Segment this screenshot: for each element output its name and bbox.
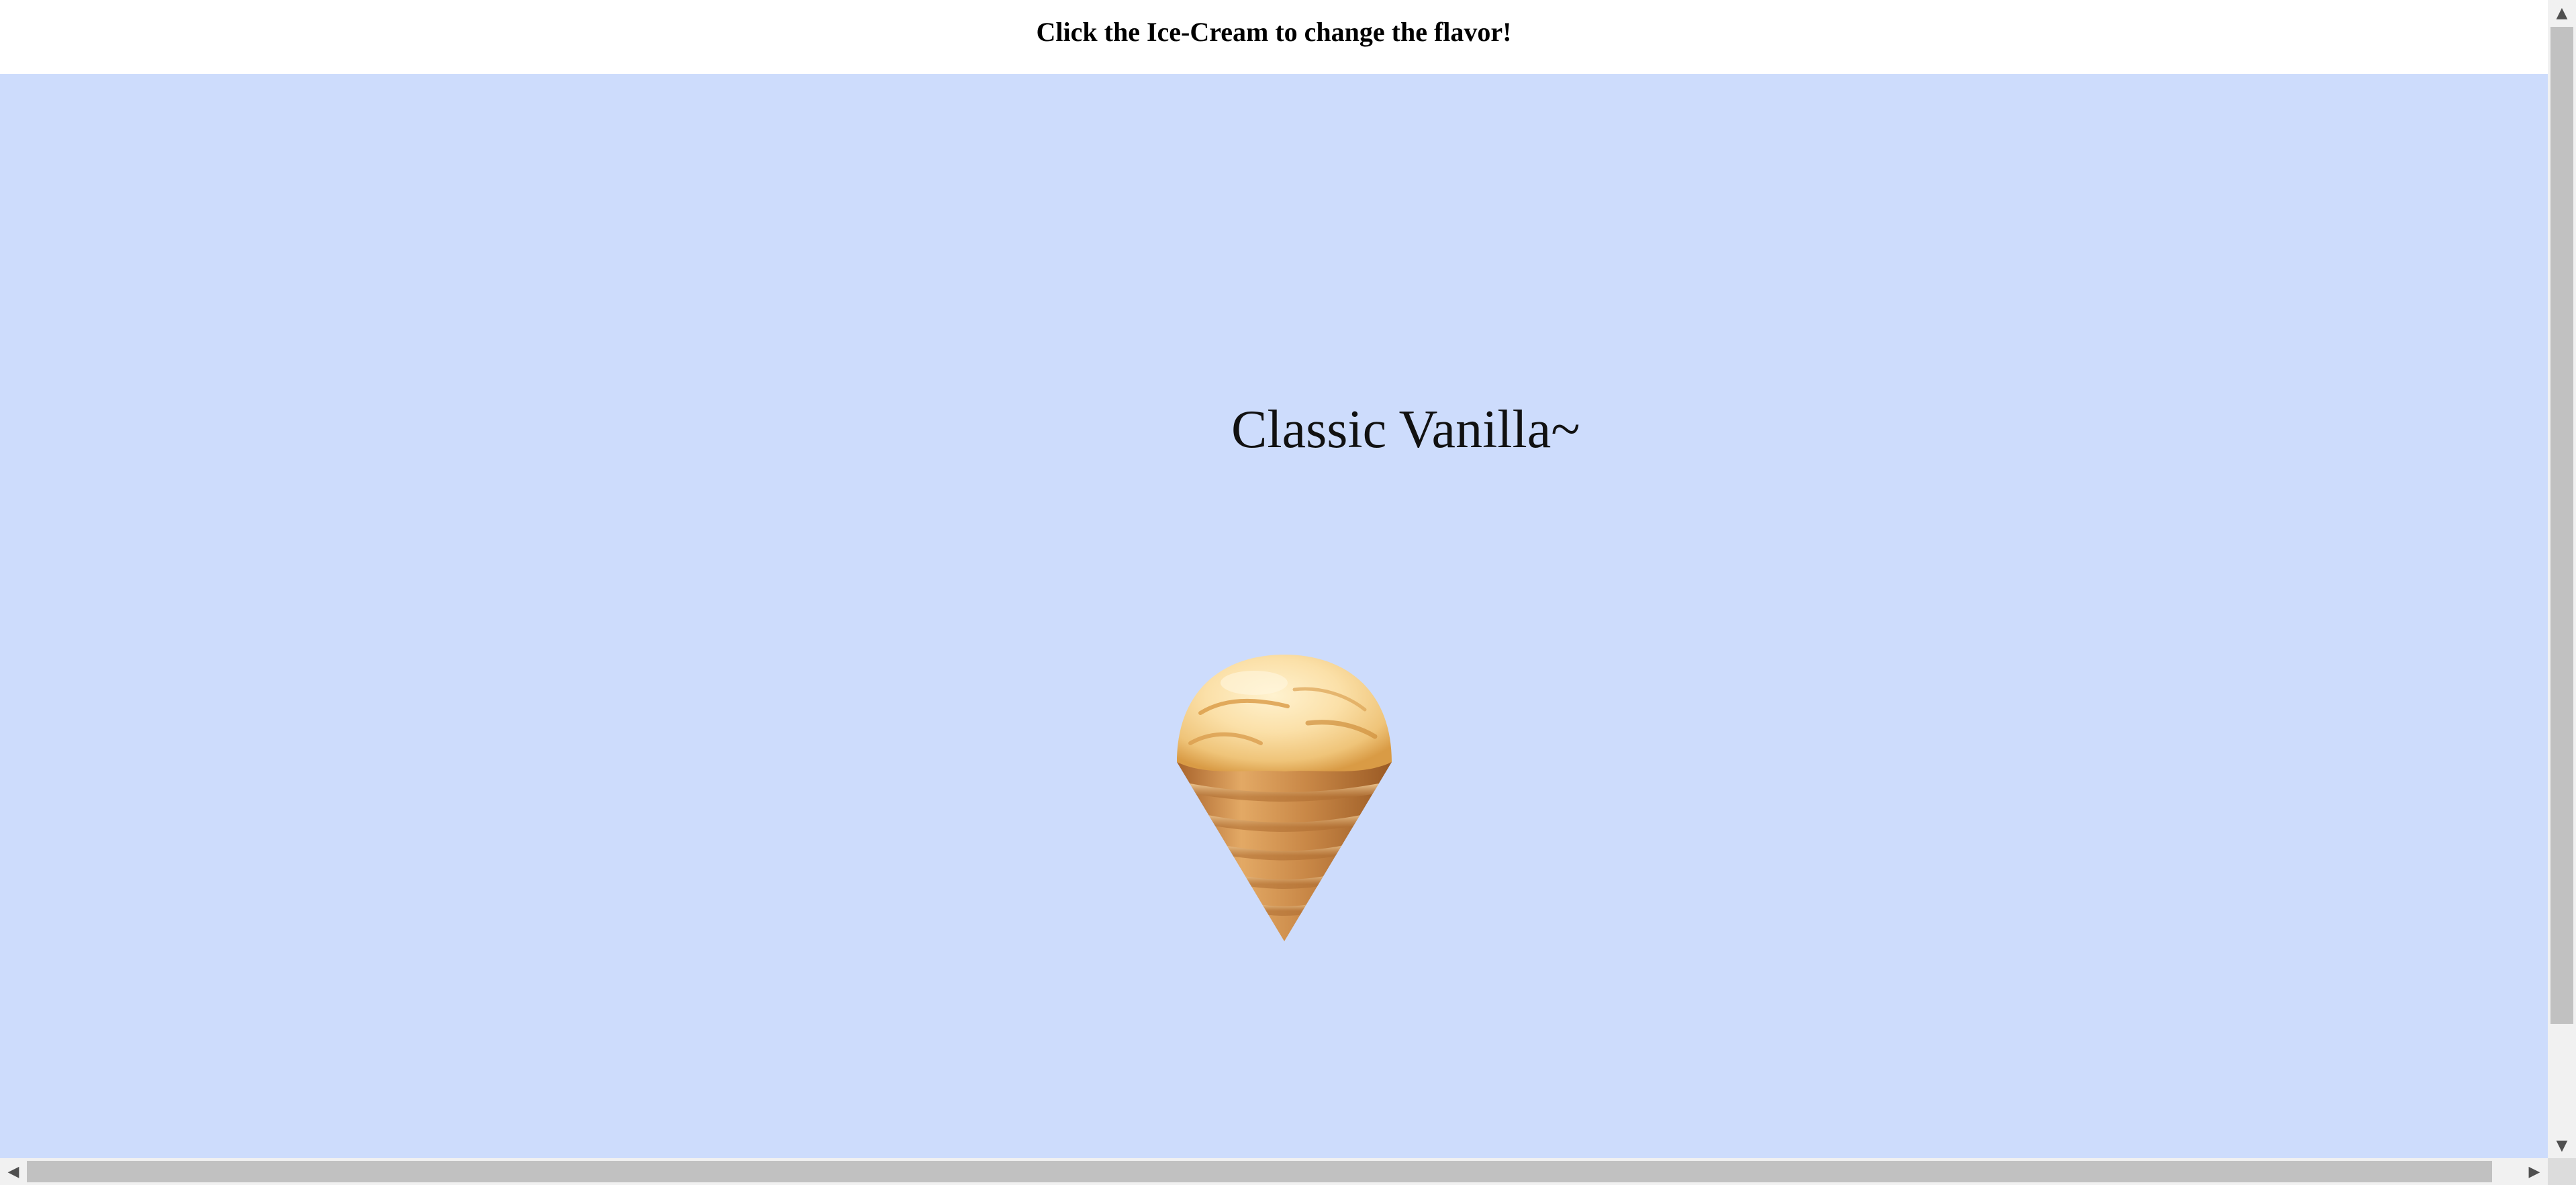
page-header: Click the Ice-Cream to change the flavor… (0, 0, 2548, 74)
flavor-name: Classic Vanilla~ (1231, 400, 1580, 459)
vertical-scrollbar[interactable]: ▲ ▼ (2548, 0, 2576, 1158)
horizontal-scroll-thumb[interactable] (27, 1161, 2492, 1182)
horizontal-scrollbar[interactable]: ◀ ▶ (0, 1158, 2548, 1185)
ice-cream-cone-icon[interactable] (1174, 649, 1395, 945)
arrow-down-icon[interactable]: ▼ (2548, 1133, 2576, 1158)
page: Click the Ice-Cream to change the flavor… (0, 0, 2548, 1158)
arrow-up-icon[interactable]: ▲ (2548, 0, 2576, 26)
arrow-left-icon[interactable]: ◀ (0, 1158, 27, 1185)
browser-viewport: Click the Ice-Cream to change the flavor… (0, 0, 2576, 1185)
vertical-scroll-thumb[interactable] (2550, 27, 2573, 1024)
instruction-text: Click the Ice-Cream to change the flavor… (1036, 16, 1512, 47)
arrow-right-icon[interactable]: ▶ (2521, 1158, 2548, 1185)
flavor-stage: Classic Vanilla~ (0, 74, 2548, 1158)
scrollbar-corner (2548, 1158, 2576, 1185)
